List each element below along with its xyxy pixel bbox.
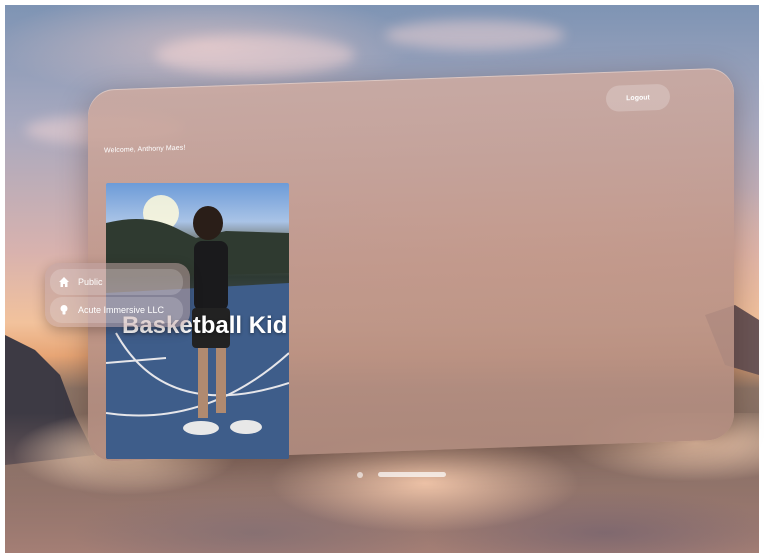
house-icon — [57, 275, 71, 289]
menu-item-acute-immersive[interactable]: Acute Immersive LLC — [50, 297, 183, 323]
welcome-text: Welcome, Anthony Maes! — [104, 144, 186, 155]
side-menu: Public Acute Immersive LLC — [45, 263, 190, 327]
sky-cloud — [155, 35, 355, 75]
window-close-dot[interactable] — [357, 472, 363, 478]
sky-cloud — [385, 20, 565, 50]
menu-item-label: Public — [78, 277, 103, 287]
menu-item-public[interactable]: Public — [50, 269, 183, 295]
logout-button[interactable]: Logout — [606, 83, 670, 112]
window-grab-bar[interactable] — [378, 472, 446, 477]
menu-item-label: Acute Immersive LLC — [78, 305, 165, 315]
lightbulb-icon — [57, 303, 71, 317]
